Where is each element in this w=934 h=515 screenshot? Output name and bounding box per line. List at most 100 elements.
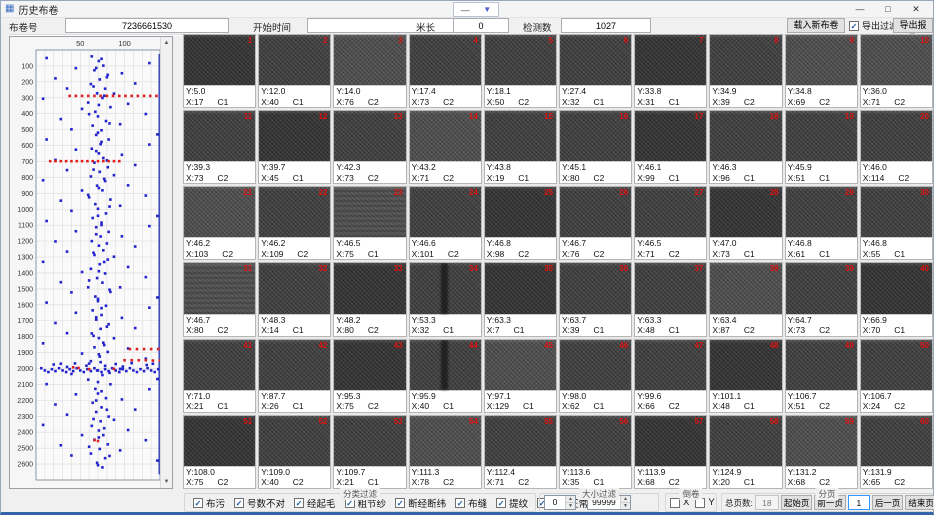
defect-card[interactable]: 17 Y:46.1 X:99 C1 — [634, 110, 707, 184]
defect-card[interactable]: 3 Y:14.0 X:76 C2 — [333, 34, 406, 108]
defect-card[interactable]: 11 Y:39.3 X:73 C2 — [183, 110, 256, 184]
stepper-down-icon[interactable]: ▼ — [566, 503, 575, 509]
defect-card[interactable]: 6 Y:27.4 X:32 C1 — [559, 34, 632, 108]
defect-card[interactable]: 45 Y:97.1 X:129 C1 — [484, 339, 557, 413]
class-filter-checkbox[interactable]: 断经断纬 — [395, 496, 446, 510]
defect-card[interactable]: 19 Y:45.9 X:51 C1 — [785, 110, 858, 184]
defect-card[interactable]: 9 Y:34.8 X:69 C2 — [785, 34, 858, 108]
defect-card[interactable]: 53 Y:109.7 X:21 C1 — [333, 415, 406, 489]
defect-card[interactable]: 31 Y:46.7 X:80 C2 — [183, 262, 256, 336]
defect-meta: Y:111.3 X:78 C2 — [410, 466, 481, 488]
class-filter-checkbox[interactable]: 提纹 — [496, 496, 528, 510]
defect-card[interactable]: 33 Y:48.2 X:80 C2 — [333, 262, 406, 336]
defect-card[interactable]: 14 Y:43.2 X:71 C2 — [409, 110, 482, 184]
defect-index-badge: 32 — [318, 264, 327, 273]
defect-card[interactable]: 26 Y:46.7 X:76 C2 — [559, 186, 632, 260]
defect-card[interactable]: 39 Y:64.7 X:73 C2 — [785, 262, 858, 336]
defect-y-coordinate: Y:124.9 — [712, 467, 779, 478]
defect-card[interactable]: 49 Y:106.7 X:51 C2 — [785, 339, 858, 413]
export-filter-checkbox[interactable]: 导出过滤 — [849, 19, 898, 32]
minimize-button[interactable]: — — [847, 2, 873, 17]
plot-scrollbar[interactable]: ▲ ▼ — [160, 37, 172, 488]
defect-card[interactable]: 60 Y:131.9 X:65 C2 — [860, 415, 933, 489]
mini-minimize-icon[interactable]: — — [461, 5, 470, 15]
defect-card[interactable]: 48 Y:101.1 X:48 C1 — [709, 339, 782, 413]
first-page-button[interactable]: 起始页 — [781, 495, 813, 510]
defect-card[interactable]: 24 Y:46.6 X:101 C2 — [409, 186, 482, 260]
defect-card[interactable]: 1 Y:5.0 X:17 C1 — [183, 34, 256, 108]
defect-card[interactable]: 38 Y:63.4 X:87 C2 — [709, 262, 782, 336]
defect-card[interactable]: 8 Y:34.9 X:39 C2 — [709, 34, 782, 108]
defect-card[interactable]: 55 Y:112.4 X:71 C2 — [484, 415, 557, 489]
defect-card[interactable]: 50 Y:106.7 X:24 C2 — [860, 339, 933, 413]
size-min-value[interactable]: 0 — [545, 496, 565, 509]
page-number-input[interactable] — [848, 495, 870, 510]
defect-card[interactable]: 44 Y:95.9 X:40 C1 — [409, 339, 482, 413]
defect-card[interactable]: 42 Y:87.7 X:26 C1 — [258, 339, 331, 413]
defect-card[interactable]: 54 Y:111.3 X:78 C2 — [409, 415, 482, 489]
defect-thumbnail-image: 45 — [485, 340, 556, 390]
defect-card[interactable]: 28 Y:47.0 X:73 C1 — [709, 186, 782, 260]
defect-x-coordinate: X:62 — [562, 401, 580, 412]
scroll-up-icon[interactable]: ▲ — [161, 37, 172, 49]
defect-card[interactable]: 23 Y:46.5 X:75 C1 — [333, 186, 406, 260]
defect-card[interactable]: 41 Y:71.0 X:21 C1 — [183, 339, 256, 413]
defect-card[interactable]: 25 Y:46.8 X:98 C2 — [484, 186, 557, 260]
defect-card[interactable]: 35 Y:63.3 X:7 C1 — [484, 262, 557, 336]
defect-card[interactable]: 21 Y:46.2 X:103 C2 — [183, 186, 256, 260]
defect-card[interactable]: 16 Y:45.1 X:80 C2 — [559, 110, 632, 184]
defect-card[interactable]: 52 Y:109.0 X:40 C2 — [258, 415, 331, 489]
defect-index-badge: 41 — [243, 341, 252, 350]
defect-card[interactable]: 4 Y:17.4 X:73 C2 — [409, 34, 482, 108]
scroll-down-icon[interactable]: ▼ — [161, 476, 172, 488]
defect-card[interactable]: 30 Y:46.8 X:55 C1 — [860, 186, 933, 260]
load-new-roll-button[interactable]: 载入新布卷 — [787, 18, 845, 33]
defect-card[interactable]: 51 Y:108.0 X:75 C2 — [183, 415, 256, 489]
defect-card[interactable]: 10 Y:36.0 X:71 C2 — [860, 34, 933, 108]
defect-card[interactable]: 40 Y:66.9 X:70 C1 — [860, 262, 933, 336]
detect-count-input[interactable] — [561, 18, 651, 33]
defect-card[interactable]: 57 Y:113.9 X:68 C2 — [634, 415, 707, 489]
defect-card[interactable]: 47 Y:99.6 X:66 C2 — [634, 339, 707, 413]
defect-thumbnail-image: 31 — [184, 263, 255, 313]
defect-card[interactable]: 37 Y:63.3 X:48 C1 — [634, 262, 707, 336]
defect-scatter-plot[interactable]: 5010010020030040050060070080090010001100… — [10, 37, 172, 488]
class-filter-checkbox[interactable]: 经起毛 — [294, 496, 336, 510]
stepper-down-icon[interactable]: ▼ — [621, 503, 630, 509]
defect-card[interactable]: 43 Y:95.3 X:75 C2 — [333, 339, 406, 413]
defect-card[interactable]: 58 Y:124.9 X:20 C1 — [709, 415, 782, 489]
roll-number-input[interactable] — [65, 18, 229, 33]
stepper-up-icon[interactable]: ▲ — [566, 496, 575, 503]
size-min-stepper[interactable]: 0 ▲▼ — [544, 495, 576, 510]
stepper-up-icon[interactable]: ▲ — [621, 496, 630, 503]
defect-card[interactable]: 20 Y:46.0 X:114 C2 — [860, 110, 933, 184]
defect-card[interactable]: 22 Y:46.2 X:109 C2 — [258, 186, 331, 260]
defect-card[interactable]: 56 Y:113.6 X:35 C1 — [559, 415, 632, 489]
class-filter-checkbox[interactable]: 布污 — [193, 496, 225, 510]
defect-card[interactable]: 15 Y:43.8 X:19 C1 — [484, 110, 557, 184]
defect-card[interactable]: 18 Y:46.3 X:96 C1 — [709, 110, 782, 184]
meter-length-input[interactable] — [453, 18, 509, 33]
export-report-button[interactable]: 导出报告 — [893, 18, 933, 33]
defect-card[interactable]: 5 Y:18.1 X:50 C2 — [484, 34, 557, 108]
defect-meta: Y:63.3 X:48 C1 — [635, 314, 706, 336]
chevron-down-icon[interactable]: ▼ — [483, 5, 491, 14]
defect-card[interactable]: 46 Y:98.0 X:62 C1 — [559, 339, 632, 413]
defect-card[interactable]: 12 Y:39.7 X:45 C1 — [258, 110, 331, 184]
close-button[interactable]: ✕ — [903, 2, 929, 17]
defect-card[interactable]: 7 Y:33.8 X:31 C1 — [634, 34, 707, 108]
defect-card[interactable]: 27 Y:46.5 X:71 C2 — [634, 186, 707, 260]
defect-card[interactable]: 59 Y:131.2 X:68 C2 — [785, 415, 858, 489]
defect-card[interactable]: 2 Y:12.0 X:40 C1 — [258, 34, 331, 108]
defect-card[interactable]: 32 Y:48.3 X:14 C1 — [258, 262, 331, 336]
last-page-button[interactable]: 结束页 — [905, 495, 934, 510]
next-page-button[interactable]: 后一页 — [872, 495, 904, 510]
defect-card[interactable]: 36 Y:63.7 X:39 C1 — [559, 262, 632, 336]
floating-control[interactable]: — ▼ — [453, 2, 499, 17]
defect-card[interactable]: 13 Y:42.3 X:73 C2 — [333, 110, 406, 184]
maximize-button[interactable]: □ — [875, 2, 901, 17]
defect-card[interactable]: 34 Y:53.3 X:32 C1 — [409, 262, 482, 336]
class-filter-checkbox[interactable]: 布缝 — [455, 496, 487, 510]
defect-card[interactable]: 29 Y:46.8 X:61 C1 — [785, 186, 858, 260]
class-filter-checkbox[interactable]: 号数不对 — [234, 496, 285, 510]
